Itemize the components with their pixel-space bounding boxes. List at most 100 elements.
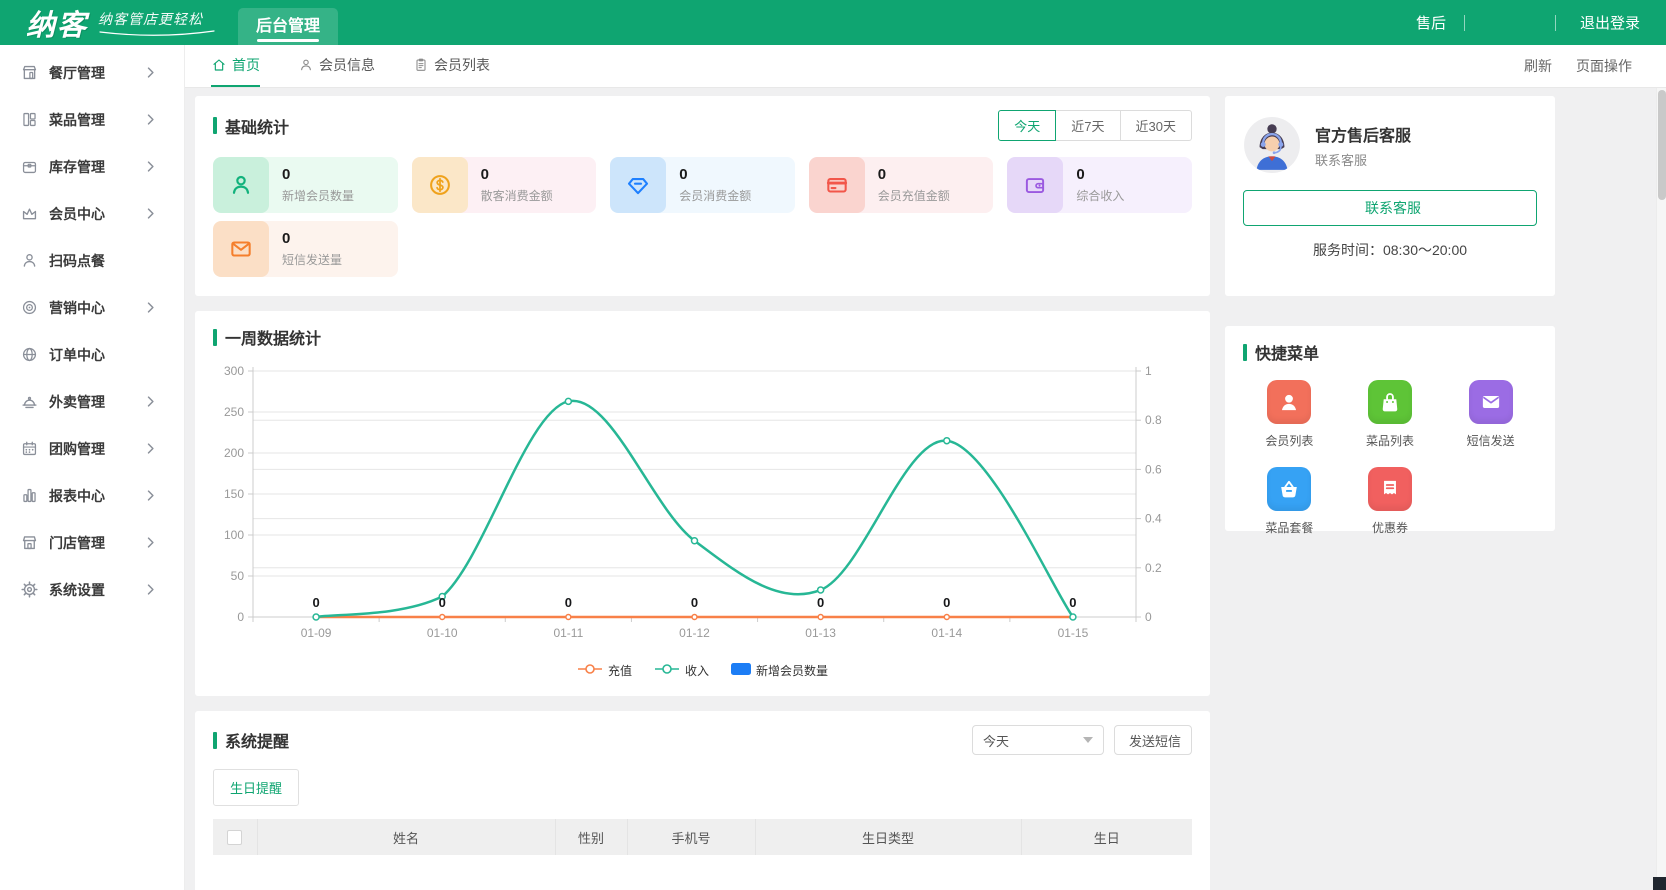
sidebar-item-member[interactable]: 会员中心 [0, 190, 184, 237]
stat-value: 0 [282, 166, 354, 184]
svg-text:0: 0 [1069, 595, 1076, 610]
reminder-range-select[interactable]: 今天 [972, 725, 1104, 755]
svg-text:0.8: 0.8 [1145, 413, 1162, 427]
tab-user[interactable]: 会员信息 [298, 45, 375, 87]
aftersale-button[interactable]: 售后 [1410, 12, 1446, 33]
page-actions-label: 页面操作 [1576, 56, 1632, 76]
sidebar-item-inventory[interactable]: 库存管理 [0, 143, 184, 190]
svg-text:01-10: 01-10 [427, 626, 458, 640]
chevron-right-icon [141, 392, 160, 411]
stat-value: 0 [282, 230, 342, 248]
sidebar-item-restaurant[interactable]: 餐厅管理 [0, 49, 184, 96]
logout-button[interactable]: 退出登录 [1574, 12, 1640, 33]
quick-menu-item-dish-combo[interactable]: 菜品套餐 [1265, 467, 1313, 536]
member-recharge-icon [809, 157, 865, 213]
sidebar-item-label: 门店管理 [49, 533, 141, 553]
svg-text:250: 250 [224, 405, 244, 419]
member-list-icon [1267, 380, 1311, 424]
send-sms-label: 发送短信 [1129, 731, 1181, 750]
sms-send-icon [1469, 380, 1513, 424]
stat-value: 0 [1076, 166, 1124, 184]
settings-icon [20, 580, 39, 599]
service-subtitle: 联系客服 [1315, 150, 1411, 169]
sidebar-item-marketing[interactable]: 营销中心 [0, 284, 184, 331]
sidebar-item-label: 团购管理 [49, 439, 141, 459]
groupbuy-icon [20, 439, 39, 458]
tab-home[interactable]: 首页 [211, 45, 260, 87]
report-icon [20, 486, 39, 505]
legend-item-line-recharge[interactable]: 充值 [577, 662, 632, 679]
legend-item-line-income[interactable]: 收入 [654, 662, 709, 679]
quick-menu-item-dish-list[interactable]: 菜品列表 [1366, 380, 1414, 449]
sidebar-item-label: 系统设置 [49, 580, 141, 600]
range-button-today[interactable]: 今天 [998, 110, 1056, 141]
contact-service-button[interactable]: 联系客服 [1243, 190, 1537, 226]
quick-menu-item-sms-send[interactable]: 短信发送 [1467, 380, 1515, 449]
column-header: 姓名 [257, 819, 555, 855]
header-divider [1555, 15, 1556, 31]
svg-text:100: 100 [224, 528, 244, 542]
chevron-right-icon [141, 157, 160, 176]
column-header: 生日 [1021, 819, 1192, 855]
caret-down-icon [1083, 737, 1093, 743]
svg-text:0: 0 [943, 595, 950, 610]
svg-text:01-14: 01-14 [931, 626, 962, 640]
sidebar-item-takeout[interactable]: 外卖管理 [0, 378, 184, 425]
list-icon [413, 57, 429, 73]
sidebar: 餐厅管理菜品管理库存管理会员中心扫码点餐营销中心订单中心外卖管理团购管理报表中心… [0, 45, 185, 890]
stat-label: 散客消费金额 [481, 187, 553, 204]
admin-nav-tab[interactable]: 后台管理 [238, 8, 338, 45]
tab-list[interactable]: 会员列表 [413, 45, 490, 87]
svg-text:0: 0 [439, 595, 446, 610]
svg-text:01-11: 01-11 [553, 626, 583, 640]
sidebar-item-label: 会员中心 [49, 204, 141, 224]
svg-text:0.2: 0.2 [1145, 561, 1162, 575]
legend-item-bar-members[interactable]: 新增会员数量 [731, 662, 828, 679]
stat-value: 0 [679, 166, 751, 184]
birthday-reminder-tab[interactable]: 生日提醒 [213, 769, 299, 806]
takeout-icon [20, 392, 39, 411]
service-title: 官方售后客服 [1315, 122, 1411, 146]
chevron-right-icon [141, 110, 160, 129]
sidebar-item-settings[interactable]: 系统设置 [0, 566, 184, 613]
sidebar-item-label: 外卖管理 [49, 392, 141, 412]
app-logo: 纳客 [26, 0, 88, 45]
page-tabbar: 首页 会员信息会员列表 刷新 页面操作 [185, 45, 1666, 88]
quick-menu-item-member-list[interactable]: 会员列表 [1265, 380, 1313, 449]
reminder-range-value: 今天 [983, 731, 1009, 750]
scrollbar-thumb[interactable] [1658, 90, 1666, 200]
sidebar-item-report[interactable]: 报表中心 [0, 472, 184, 519]
stat-label: 新增会员数量 [282, 187, 354, 204]
sidebar-item-order[interactable]: 订单中心 [0, 331, 184, 378]
order-icon [20, 345, 39, 364]
range-button-30days[interactable]: 近30天 [1120, 110, 1192, 141]
sidebar-item-scan-order[interactable]: 扫码点餐 [0, 237, 184, 284]
refresh-label: 刷新 [1524, 56, 1552, 76]
tab-label: 首页 [232, 55, 260, 75]
page-actions-button[interactable]: 页面操作 [1572, 56, 1632, 76]
header-divider [1464, 15, 1465, 31]
stat-label: 会员消费金额 [679, 187, 751, 204]
stat-card-walkin-amount: 0散客消费金额 [412, 157, 597, 213]
basic-stats-title: 基础统计 [213, 114, 289, 138]
svg-text:0: 0 [565, 595, 572, 610]
sidebar-item-label: 库存管理 [49, 157, 141, 177]
quick-menu-item-coupon[interactable]: 优惠券 [1368, 467, 1412, 536]
week-chart-card: 一周数据统计 05010015020025030000.20.40.60.810… [195, 311, 1210, 696]
refresh-button[interactable]: 刷新 [1520, 56, 1552, 76]
reminder-table-header-row: 姓名性别手机号生日类型生日 [213, 819, 1192, 855]
member-consume-icon [610, 157, 666, 213]
svg-text:50: 50 [231, 569, 245, 583]
dish-list-icon [1368, 380, 1412, 424]
top-header: 纳客 纳客管店更轻松 后台管理 售后 退出登录 [0, 0, 1666, 45]
select-all-checkbox[interactable] [227, 830, 242, 845]
sidebar-item-dishes[interactable]: 菜品管理 [0, 96, 184, 143]
range-button-7days[interactable]: 近7天 [1055, 110, 1120, 141]
service-time: 服务时间：08:30～20:00 [1243, 240, 1537, 260]
chevron-right-icon [141, 204, 160, 223]
sidebar-item-store[interactable]: 门店管理 [0, 519, 184, 566]
sidebar-item-groupbuy[interactable]: 团购管理 [0, 425, 184, 472]
quick-menu-card: 快捷菜单 会员列表菜品列表短信发送菜品套餐优惠券 [1225, 326, 1555, 531]
svg-text:01-15: 01-15 [1058, 626, 1089, 640]
send-sms-button[interactable]: 发送短信 [1114, 725, 1192, 755]
